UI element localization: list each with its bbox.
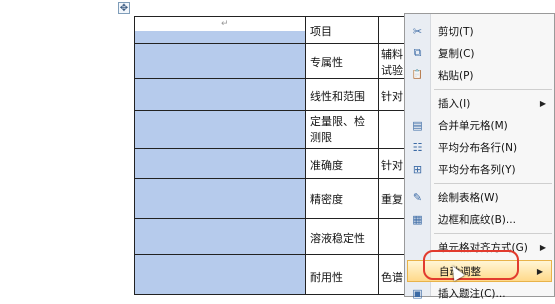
distribute-columns-icon: ⊞ [412,162,423,176]
menu-item-insert[interactable]: 插入(I) ▶ [405,92,554,114]
menu-item-merge-cells[interactable]: ▤ 合并单元格(M) [405,114,554,136]
merge-cells-icon: ▤ [412,118,423,132]
submenu-arrow-icon: ▶ [539,242,546,252]
menu-item-borders-shading[interactable]: ▦ 边框和底纹(B)... [405,208,554,230]
menu-item-label: 平均分布各列(Y) [438,163,516,176]
menu-item-draw-table[interactable]: ✎ 绘制表格(W) [405,186,554,208]
menu-item-copy[interactable]: ⧉ 复制(C) [405,42,554,64]
cell-label: 耐用性 [310,271,343,284]
table-cell[interactable]: 定量限、检测限 [305,110,379,149]
table-cell[interactable]: 溶液稳定性 [305,218,379,255]
menu-item-distribute-columns[interactable]: ⊞ 平均分布各列(Y) [405,158,554,180]
copy-icon: ⧉ [413,46,422,59]
borders-icon: ▦ [412,212,423,226]
table-cell[interactable]: 耐用性 [305,254,379,295]
table-row: ↵ 项目 [134,16,412,44]
table-cell-selected[interactable] [134,254,306,295]
table-cell-selected[interactable] [134,178,306,219]
menu-item-label: 插入(I) [438,97,471,110]
table-row: 准确度 针对 [134,148,412,179]
menu-item-label: 边框和底纹(B)... [438,213,516,226]
paragraph-mark: ↵ [221,19,229,29]
menu-separator [434,233,552,234]
cell-label: 项目 [310,25,332,38]
table-cell[interactable]: 项目 [305,16,379,44]
table-cell[interactable]: 专属性 [305,43,379,79]
table-cell-selected[interactable] [134,43,306,79]
table-cell[interactable]: 准确度 [305,148,379,179]
menu-separator [434,89,552,90]
table-row: 耐用性 色谱 [134,254,412,295]
menu-item-label: 粘贴(P) [438,69,474,82]
draw-table-icon: ✎ [412,190,423,204]
menu-item-cut[interactable]: ✂ 剪切(T) [405,20,554,42]
table-cell[interactable]: 线性和范围 [305,78,379,111]
cell-label: 线性和范围 [310,90,365,103]
table-cell-selected[interactable]: ↵ [134,16,306,44]
cell-label: 溶液稳定性 [310,232,365,245]
menu-item-label: 复制(C) [438,47,475,60]
cell-label: 专属性 [310,56,343,69]
paste-icon: 📋 [411,70,424,80]
highlight-ring [423,250,519,280]
table-cell[interactable]: 精密度 [305,178,379,219]
menu-item-label: 平均分布各行(N) [438,141,518,154]
table-cell-selected[interactable] [134,110,306,149]
table-move-handle-icon[interactable]: ✥ [118,2,130,14]
table-cell-selected[interactable] [134,218,306,255]
table-row: 专属性 辅料 试验 [134,43,412,79]
cell-label: 准确度 [310,159,343,172]
table-row: 定量限、检测限 [134,110,412,149]
table-cell-selected[interactable] [134,78,306,111]
menu-item-distribute-rows[interactable]: ☷ 平均分布各行(N) [405,136,554,158]
menu-item-label: 剪切(T) [438,25,474,38]
submenu-arrow-icon: ▶ [539,98,546,108]
submenu-arrow-icon: ▶ [536,266,543,276]
cell-label: 定量限、检测限 [310,115,365,144]
caption-icon: ▣ [412,286,423,300]
table-row: 溶液稳定性 [134,218,412,255]
menu-item-insert-caption[interactable]: ▣ 插入题注(C)... [405,282,554,304]
data-table: ↵ 项目 专属性 辅料 试验 线性和范围 针对 定量限、检测限 准确度 针对 精… [134,16,412,295]
menu-item-label: 绘制表格(W) [438,191,499,204]
menu-separator [434,183,552,184]
cell-label: 精密度 [310,193,343,206]
table-cell-selected[interactable] [134,148,306,179]
menu-item-label: 合并单元格(M) [438,119,508,132]
menu-item-label: 插入题注(C)... [438,287,506,300]
scissors-icon: ✂ [412,24,423,38]
distribute-rows-icon: ☷ [412,140,423,154]
table-row: 精密度 重复 [134,178,412,219]
menu-item-paste[interactable]: 📋 粘贴(P) [405,64,554,86]
table-row: 线性和范围 针对 [134,78,412,111]
